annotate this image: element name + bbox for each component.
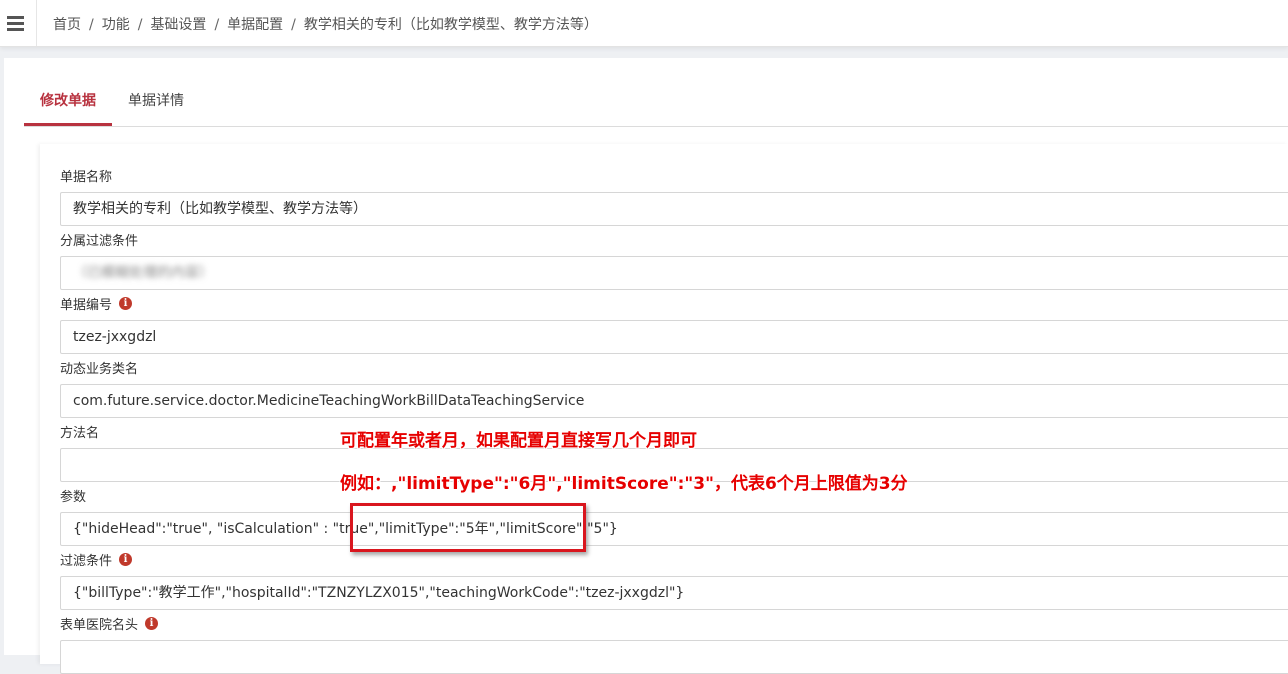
method-name-label-text: 方法名 [60,426,100,441]
filter-input[interactable]: {"billType":"教学工作","hospitalId":"TZNZYLZ… [60,576,1288,610]
top-bar: 首页 / 功能 / 基础设置 / 单据配置 / 教学相关的专利（比如教学模型、教学方法等） [0,0,1288,47]
highlight-box [350,503,586,552]
filter-label-text: 过滤条件 [60,554,113,569]
tab-bill-details[interactable]: 单据详情 [112,80,200,126]
breadcrumb-current: 教学相关的专利（比如教学模型、教学方法等） [303,17,598,33]
annotation-line-2: 例如：,"limitType":"6月","limitScore":"3"，代表… [340,474,908,494]
filter-label: 过滤条件 i [60,550,133,569]
menu-toggle-button[interactable] [0,0,30,46]
params-label: 参数 [60,486,86,505]
params-input[interactable]: {"hideHead":"true", "isCalculation" : "t… [60,512,1288,546]
breadcrumb: 首页 / 功能 / 基础设置 / 单据配置 / 教学相关的专利（比如教学模型、教学方法等） [53,14,598,34]
bill-name-label: 单据名称 [60,166,112,185]
breadcrumb-basic-settings[interactable]: 基础设置 [150,17,206,33]
breadcrumb-bill-config[interactable]: 单据配置 [227,17,283,33]
bill-code-label: 单据编号 i [60,294,133,313]
bill-name-input[interactable]: 教学相关的专利（比如教学模型、教学方法等） [60,192,1288,226]
info-icon[interactable]: i [119,297,133,310]
service-class-label: 动态业务类名 [60,358,138,377]
breadcrumb-separator: / [137,17,143,33]
sub-filter-label-text: 分属过滤条件 [60,234,139,249]
sub-filter-label: 分属过滤条件 [60,230,138,249]
method-name-label: 方法名 [60,422,99,441]
divider [36,0,37,46]
tab-bar: 修改单据 单据详情 [24,80,1288,127]
annotation-line-1: 可配置年或者月，如果配置月直接写几个月即可 [340,431,697,451]
hospital-header-label: 表单医院名头 i [60,614,159,633]
breadcrumb-separator: / [89,17,94,33]
hamburger-menu-icon [6,16,24,31]
breadcrumb-separator: / [291,17,296,33]
service-class-label-text: 动态业务类名 [60,362,139,377]
tab-edit-bill[interactable]: 修改单据 [24,80,112,126]
edit-form: 单据名称 教学相关的专利（比如教学模型、教学方法等） 分属过滤条件 （已模糊处理… [40,144,1288,674]
bill-name-label-text: 单据名称 [60,170,113,185]
breadcrumb-home[interactable]: 首页 [53,17,81,33]
service-class-input[interactable]: com.future.service.doctor.MedicineTeachi… [60,384,1288,418]
params-label-text: 参数 [60,490,87,505]
breadcrumb-separator: / [214,17,220,33]
sub-filter-value: （已模糊处理的内容） [73,265,213,281]
hospital-header-input[interactable] [60,640,1288,674]
sub-filter-input[interactable]: （已模糊处理的内容） [60,256,1288,290]
info-icon[interactable]: i [119,553,133,566]
bill-code-label-text: 单据编号 [60,298,113,313]
breadcrumb-function[interactable]: 功能 [102,17,130,33]
info-icon[interactable]: i [145,617,159,630]
content-card: 修改单据 单据详情 单据名称 教学相关的专利（比如教学模型、教学方法等） 分属过… [4,58,1288,674]
bill-code-input[interactable]: tzez-jxxgdzl [60,320,1288,354]
hospital-header-label-text: 表单医院名头 [60,618,139,633]
